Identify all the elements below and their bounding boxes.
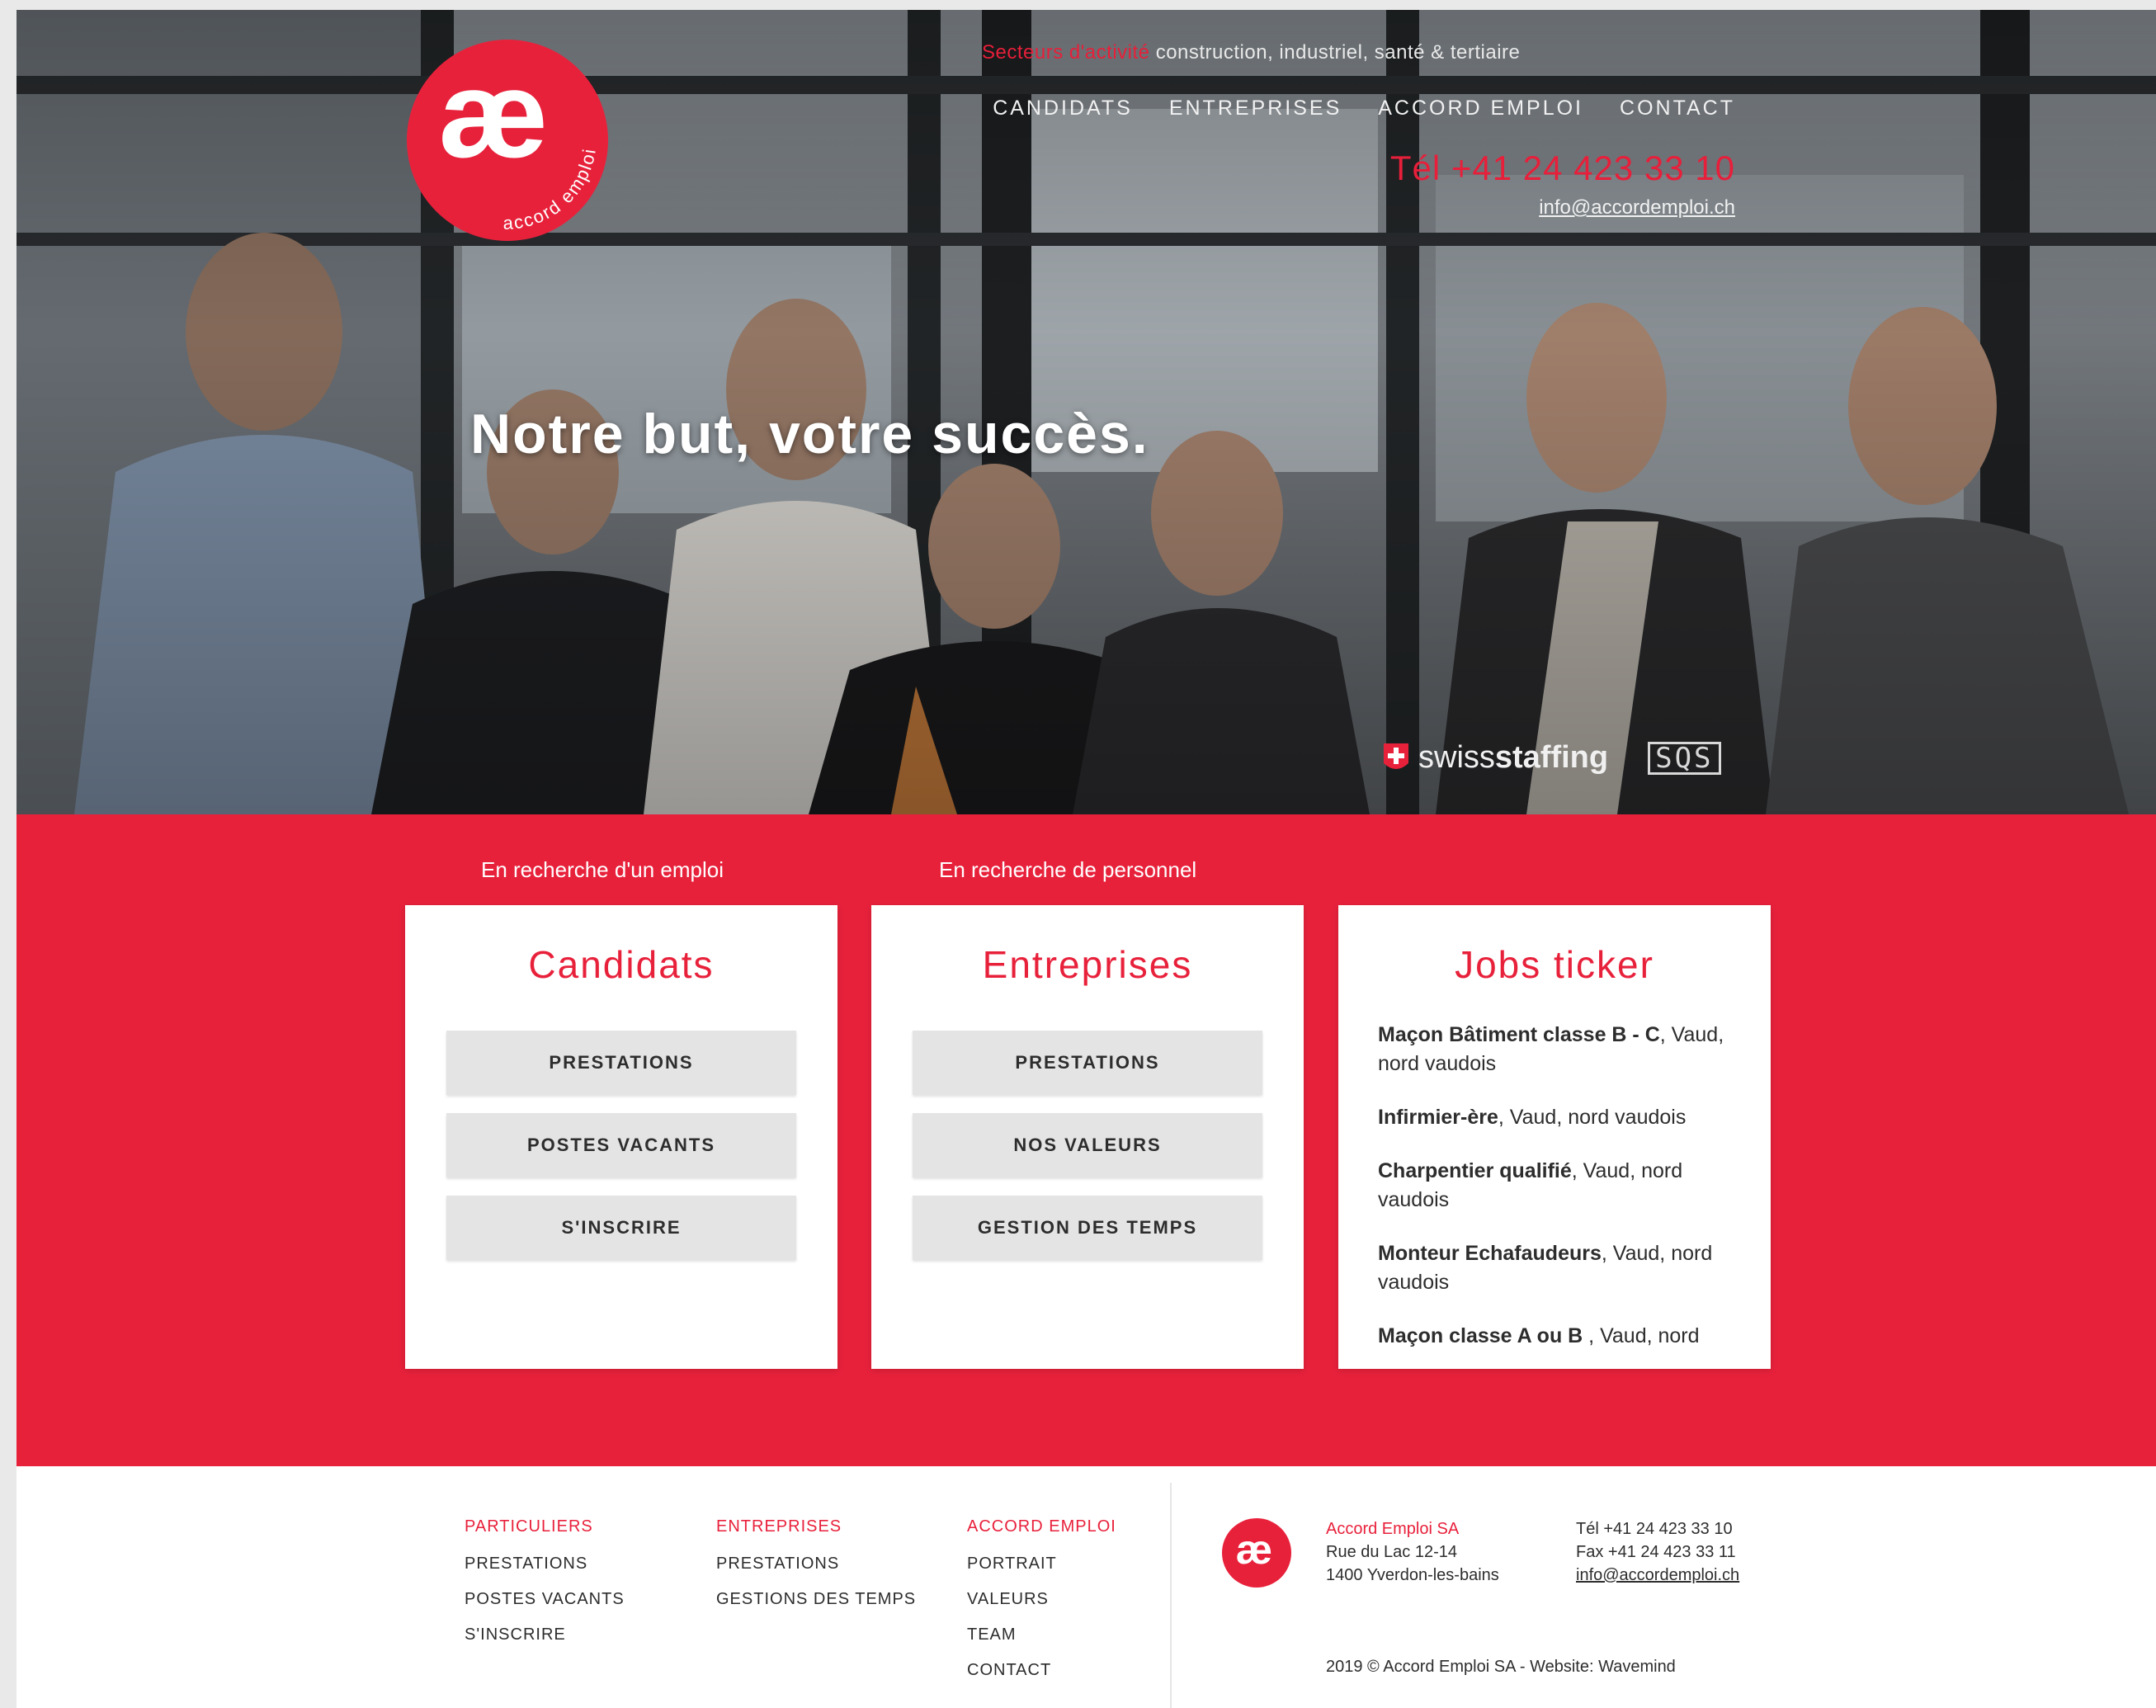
hero-section: æ accord emploi Secteurs d'activité cons…: [17, 10, 2156, 814]
sectors-line: Secteurs d'activité construction, indust…: [982, 41, 1520, 64]
footer-link-gestion-temps[interactable]: GESTIONS DES TEMPS: [716, 1590, 916, 1609]
footer-fax: Fax +41 24 423 33 11: [1576, 1543, 1736, 1561]
jobs-list: Maçon Bâtiment classe B - C, Vaud, nord …: [1378, 1021, 1741, 1375]
footer-city: 1400 Yverdon-les-bains: [1326, 1566, 1499, 1584]
header-phone[interactable]: Tél +41 24 423 33 10: [1390, 149, 1735, 188]
footer-company-name: Accord Emploi SA: [1326, 1520, 1460, 1538]
card-candidats-title: Candidats: [528, 943, 715, 986]
job-item[interactable]: Infirmier-ère, Vaud, nord vaudois: [1378, 1103, 1741, 1132]
footer-link-contact[interactable]: CONTACT: [967, 1661, 1116, 1680]
entreprises-valeurs-button[interactable]: NOS VALEURS: [913, 1113, 1262, 1177]
sectors-label: Secteurs d'activité: [982, 41, 1150, 64]
entreprises-prestations-button[interactable]: PRESTATIONS: [913, 1031, 1262, 1095]
footer-contact: Tél +41 24 423 33 10 Fax +41 24 423 33 1…: [1576, 1517, 1739, 1587]
footer-col-particuliers: PARTICULIERS PRESTATIONS POSTES VACANTS …: [465, 1517, 625, 1661]
footer-col-accord: ACCORD EMPLOI PORTRAIT VALEURS TEAM CONT…: [967, 1517, 1116, 1696]
job-item[interactable]: Maçon Bâtiment classe B - C, Vaud, nord …: [1378, 1021, 1741, 1078]
footer-heading-particuliers: PARTICULIERS: [465, 1517, 593, 1536]
label-staff-search: En recherche de personnel: [939, 857, 1197, 882]
candidats-inscrire-button[interactable]: S'INSCRIRE: [446, 1196, 796, 1260]
nav-accord-emploi[interactable]: ACCORD EMPLOI: [1378, 97, 1583, 120]
footer-link-team[interactable]: TEAM: [967, 1625, 1116, 1644]
footer-link-postes-vacants[interactable]: POSTES VACANTS: [465, 1590, 625, 1609]
svg-text:æ: æ: [438, 45, 548, 183]
footer-heading-entreprises: ENTREPRISES: [716, 1517, 842, 1536]
page: æ accord emploi Secteurs d'activité cons…: [17, 10, 2156, 1708]
job-item[interactable]: Charpentier qualifié, Vaud, nord vaudois: [1378, 1157, 1741, 1215]
job-item[interactable]: Maçon classe A ou B , Vaud, nord: [1378, 1322, 1741, 1351]
footer-email-link[interactable]: info@accordemploi.ch: [1576, 1566, 1739, 1584]
footer-street: Rue du Lac 12-14: [1326, 1543, 1458, 1561]
card-entreprises-title: Entreprises: [982, 943, 1193, 986]
swiss-cross-icon: [1384, 743, 1408, 769]
sectors-text: construction, industriel, santé & tertia…: [1155, 41, 1521, 64]
footer-heading-accord: ACCORD EMPLOI: [967, 1517, 1116, 1536]
certifications: swissstaffing SQS: [1382, 740, 1721, 776]
card-jobs-title: Jobs ticker: [1455, 943, 1654, 986]
footer-tel[interactable]: Tél +41 24 423 33 10: [1576, 1517, 1739, 1541]
footer-link-inscrire[interactable]: S'INSCRIRE: [465, 1625, 625, 1644]
accord-emploi-logo[interactable]: æ accord emploi: [404, 37, 611, 243]
footer: PARTICULIERS PRESTATIONS POSTES VACANTS …: [17, 1466, 2156, 1708]
card-entreprises: Entreprises PRESTATIONS NOS VALEURS GEST…: [871, 905, 1304, 1369]
entreprises-gestion-temps-button[interactable]: GESTION DES TEMPS: [913, 1196, 1262, 1260]
hero-headline: Notre but, votre succès.: [470, 403, 1149, 465]
nav-candidats[interactable]: CANDIDATS: [993, 97, 1133, 120]
footer-logo[interactable]: æ: [1221, 1517, 1292, 1588]
nav-entreprises[interactable]: ENTREPRISES: [1169, 97, 1342, 120]
label-job-search: En recherche d'un emploi: [481, 857, 724, 882]
svg-text:æ: æ: [1236, 1526, 1272, 1573]
sqs-badge: SQS: [1648, 741, 1721, 775]
footer-address: Accord Emploi SA Rue du Lac 12-14 1400 Y…: [1326, 1517, 1503, 1587]
footer-divider: [1170, 1483, 1172, 1708]
candidats-postes-vacants-button[interactable]: POSTES VACANTS: [446, 1113, 796, 1177]
card-jobs-ticker: Jobs ticker Maçon Bâtiment classe B - C,…: [1338, 905, 1771, 1369]
footer-col-entreprises: ENTREPRISES PRESTATIONS GESTIONS DES TEM…: [716, 1517, 916, 1625]
job-item[interactable]: Monteur Echafaudeurs, Vaud, nord vaudois: [1378, 1239, 1741, 1297]
footer-link-portrait[interactable]: PORTRAIT: [967, 1555, 1116, 1574]
footer-link-valeurs[interactable]: VALEURS: [967, 1590, 1116, 1609]
swissstaffing-badge: swissstaffing: [1382, 740, 1608, 776]
candidats-prestations-button[interactable]: PRESTATIONS: [446, 1031, 796, 1095]
footer-link-ent-prestations[interactable]: PRESTATIONS: [716, 1555, 916, 1574]
footer-copyright: 2019 © Accord Emploi SA - Website: Wavem…: [1326, 1658, 1676, 1676]
footer-link-prestations[interactable]: PRESTATIONS: [465, 1555, 625, 1574]
nav-contact[interactable]: CONTACT: [1620, 97, 1735, 120]
header-email-link[interactable]: info@accordemploi.ch: [1539, 196, 1735, 219]
card-candidats: Candidats PRESTATIONS POSTES VACANTS S'I…: [405, 905, 837, 1369]
main-nav: CANDIDATS ENTREPRISES ACCORD EMPLOI CONT…: [956, 97, 1735, 120]
